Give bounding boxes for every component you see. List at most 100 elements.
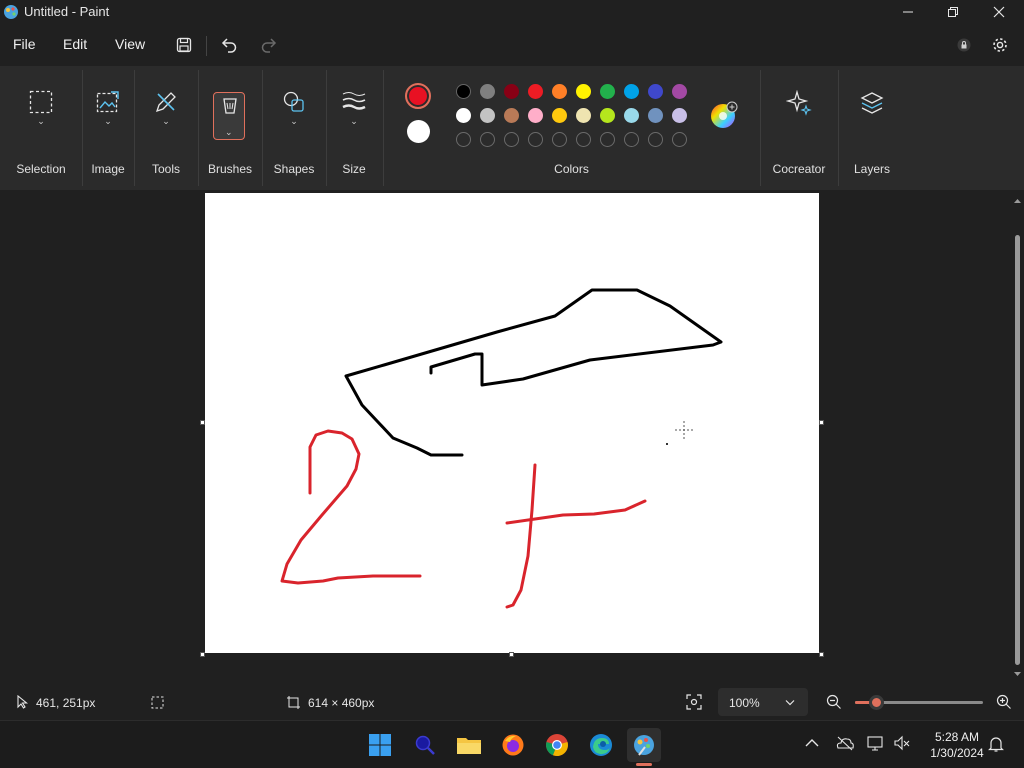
scroll-up-icon[interactable]: [1011, 196, 1024, 206]
minimize-button[interactable]: [885, 0, 931, 24]
firefox-button[interactable]: [496, 728, 530, 762]
settings-button[interactable]: [987, 33, 1013, 57]
selection-group: ⌄ Selection: [0, 66, 82, 190]
palette-color-swatch[interactable]: [456, 108, 471, 123]
minimize-icon: [903, 11, 913, 13]
search-button[interactable]: [408, 728, 442, 762]
palette-color-swatch[interactable]: [600, 108, 615, 123]
colors-label: Colors: [554, 162, 589, 176]
palette-color-swatch[interactable]: [600, 84, 615, 99]
palette-color-swatch[interactable]: [672, 108, 687, 123]
custom-color-slot[interactable]: [552, 132, 567, 147]
edit-colors-icon[interactable]: [709, 100, 739, 130]
size-tool[interactable]: ⌄: [337, 90, 371, 138]
paint-app-icon: [4, 5, 18, 19]
palette-color-swatch[interactable]: [504, 84, 519, 99]
restore-icon: [948, 7, 958, 17]
palette-color-swatch[interactable]: [624, 84, 639, 99]
cocreator-button[interactable]: [782, 90, 816, 138]
drawing-canvas[interactable]: [205, 193, 819, 653]
start-button[interactable]: [363, 728, 397, 762]
palette-color-swatch[interactable]: [576, 108, 591, 123]
layers-icon: [860, 92, 884, 114]
custom-color-slot[interactable]: [672, 132, 687, 147]
resize-handle-right[interactable]: [819, 420, 824, 425]
redo-button[interactable]: [256, 33, 282, 57]
palette-color-swatch[interactable]: [552, 108, 567, 123]
palette-color-swatch[interactable]: [552, 84, 567, 99]
red-stroke-plus-vertical: [505, 463, 537, 609]
file-explorer-button[interactable]: [452, 728, 486, 762]
file-menu[interactable]: File: [13, 36, 36, 52]
image-tool[interactable]: ⌄: [91, 90, 125, 138]
palette-color-swatch[interactable]: [648, 108, 663, 123]
volume-muted-icon[interactable]: [893, 735, 911, 751]
canvas-drawing: [280, 288, 723, 609]
palette-color-swatch[interactable]: [456, 84, 471, 99]
layers-group: Layers: [838, 66, 906, 190]
zoom-in-icon[interactable]: [996, 694, 1012, 710]
custom-color-slot[interactable]: [648, 132, 663, 147]
resize-handle-bottom[interactable]: [509, 652, 514, 657]
folder-icon: [457, 738, 481, 754]
account-button[interactable]: [951, 33, 977, 57]
palette-color-swatch[interactable]: [576, 84, 591, 99]
sparkle-icon: [786, 90, 812, 116]
custom-color-slot[interactable]: [600, 132, 615, 147]
secondary-color-swatch[interactable]: [407, 120, 430, 143]
palette-color-swatch[interactable]: [528, 108, 543, 123]
chevron-down-icon: ⌄: [37, 116, 45, 126]
tools-button[interactable]: ⌄: [149, 90, 183, 138]
custom-color-slot[interactable]: [480, 132, 495, 147]
palette-color-swatch[interactable]: [672, 84, 687, 99]
custom-color-slot[interactable]: [576, 132, 591, 147]
close-button[interactable]: [976, 0, 1022, 24]
palette-color-swatch[interactable]: [624, 108, 639, 123]
custom-color-slot[interactable]: [528, 132, 543, 147]
selection-tool[interactable]: ⌄: [24, 90, 58, 138]
canvas-size-icon: [287, 696, 300, 709]
zoom-slider-thumb[interactable]: [869, 695, 884, 710]
notification-bell-icon[interactable]: [988, 735, 1004, 753]
palette-color-swatch[interactable]: [480, 108, 495, 123]
scroll-down-icon[interactable]: [1011, 669, 1024, 679]
custom-color-slot[interactable]: [624, 132, 639, 147]
colors-group: Colors: [383, 66, 760, 190]
restore-button[interactable]: [930, 0, 976, 24]
undo-button[interactable]: [216, 33, 242, 57]
paint-taskbar-button[interactable]: [627, 728, 661, 762]
save-button[interactable]: [171, 33, 197, 57]
palette-color-swatch[interactable]: [480, 84, 495, 99]
vertical-scrollbar[interactable]: [1011, 193, 1024, 683]
layers-button[interactable]: [855, 90, 889, 138]
resize-handle-left[interactable]: [200, 420, 205, 425]
resize-handle-bottom-left[interactable]: [200, 652, 205, 657]
onedrive-icon[interactable]: [836, 735, 854, 751]
view-menu[interactable]: View: [115, 36, 145, 52]
primary-color-swatch[interactable]: [405, 83, 431, 109]
brushes-group: ⌄ Brushes: [198, 66, 262, 190]
red-stroke-two: [280, 429, 422, 585]
chrome-button[interactable]: [540, 728, 574, 762]
palette-color-swatch[interactable]: [528, 84, 543, 99]
network-icon[interactable]: [867, 735, 885, 751]
zoom-dropdown[interactable]: 100%: [718, 688, 808, 716]
active-app-indicator: [636, 763, 652, 766]
fit-to-window-icon[interactable]: [686, 694, 702, 710]
edit-menu[interactable]: Edit: [63, 36, 87, 52]
edge-button[interactable]: [584, 728, 618, 762]
image-icon: [96, 91, 119, 113]
scrollbar-thumb[interactable]: [1015, 235, 1020, 665]
zoom-out-icon[interactable]: [826, 694, 842, 710]
custom-color-slot[interactable]: [504, 132, 519, 147]
resize-handle-bottom-right[interactable]: [819, 652, 824, 657]
palette-color-swatch[interactable]: [504, 108, 519, 123]
brush-tool-active[interactable]: ⌄: [213, 92, 245, 140]
shapes-tool[interactable]: ⌄: [277, 90, 311, 138]
custom-color-slot[interactable]: [456, 132, 471, 147]
system-clock[interactable]: 5:28 AM 1/30/2024: [920, 729, 994, 761]
image-group: ⌄ Image: [82, 66, 134, 190]
palette-color-swatch[interactable]: [648, 84, 663, 99]
chevron-down-icon: ⌄: [225, 127, 233, 137]
chevron-up-icon[interactable]: [805, 738, 819, 748]
